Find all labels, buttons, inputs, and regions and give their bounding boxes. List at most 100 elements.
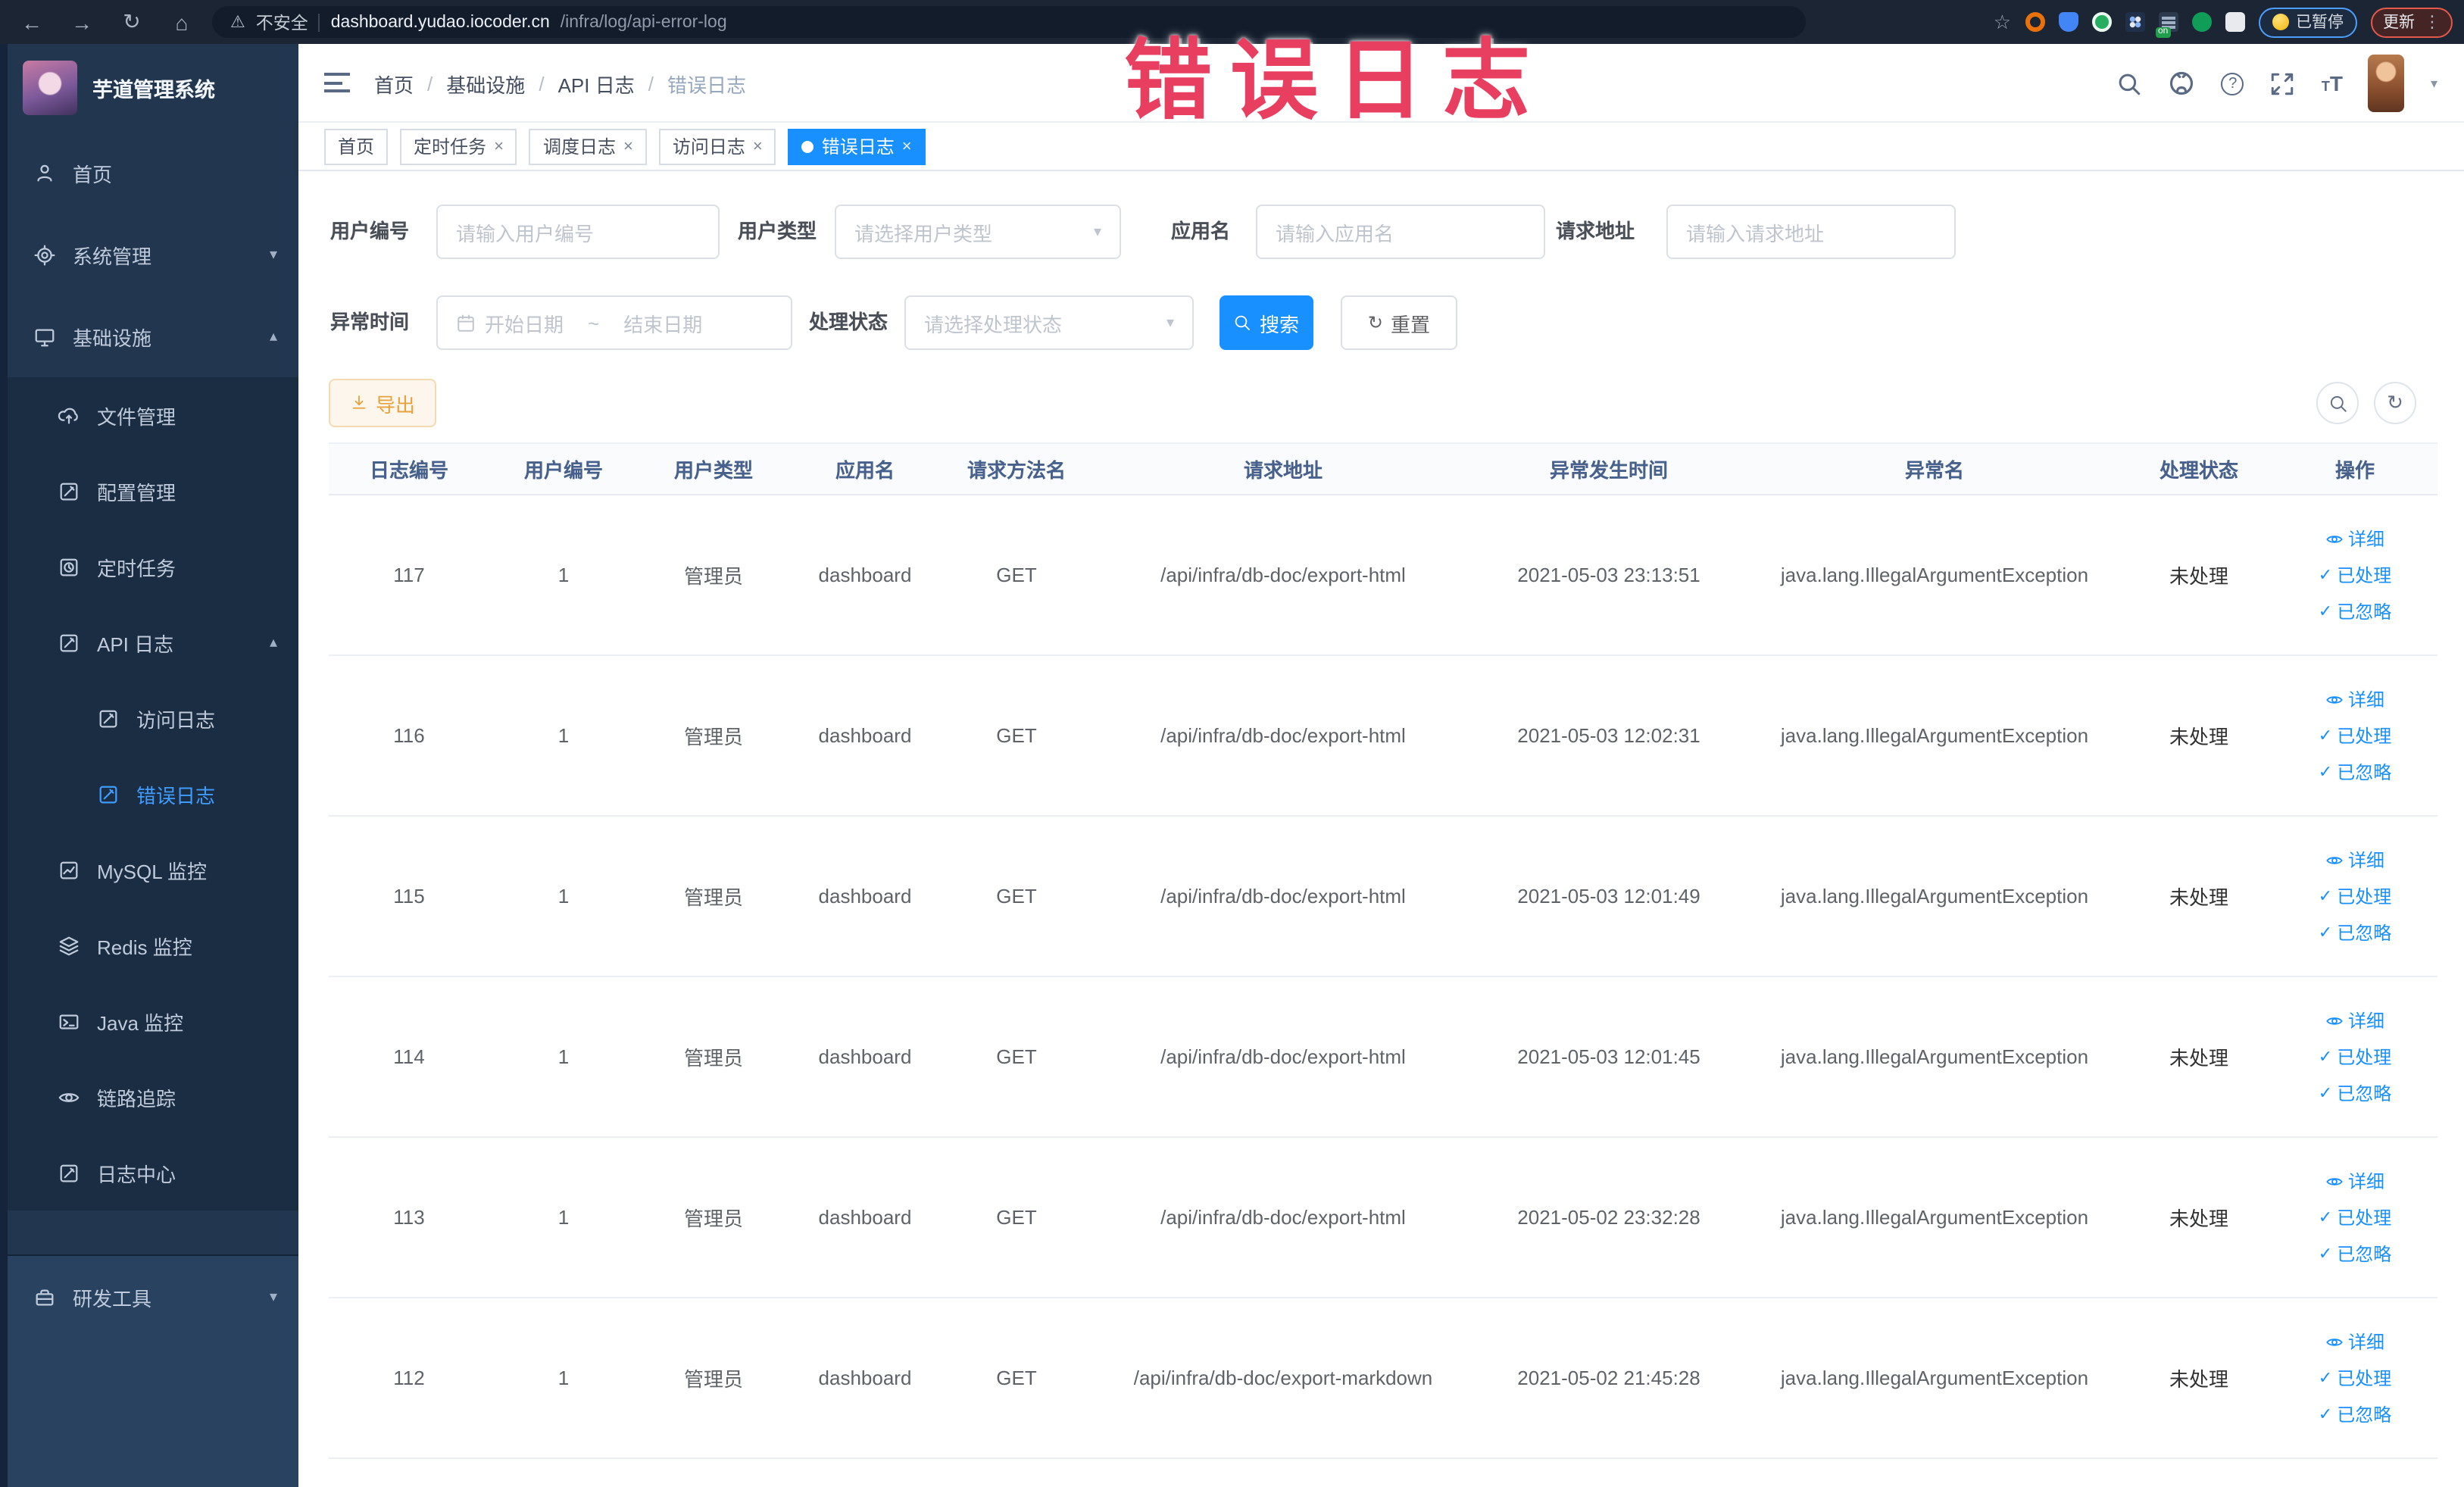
extension-grid-icon[interactable] [2125,12,2144,32]
app-logo [23,61,77,115]
gear-icon [34,244,55,265]
search-button[interactable]: 搜索 [1220,295,1313,350]
user-type-select[interactable]: 请选择用户类型 ▾ [835,205,1121,259]
extensions-puzzle-icon[interactable] [2225,12,2244,32]
app-logo-row[interactable]: 芋道管理系统 [0,44,298,132]
breadcrumb-infra[interactable]: 基础设施 [446,69,525,98]
security-label[interactable]: 不安全 [256,10,308,34]
sidebar-item-system[interactable]: 系统管理 ▾ [0,214,298,295]
browser-update-button[interactable]: 更新 ⋮ [2371,7,2453,37]
sidebar-item-access-log[interactable]: 访问日志 [0,680,298,756]
bookmark-star-icon[interactable]: ☆ [1994,10,2011,34]
sidebar-item-dev-tools[interactable]: 研发工具 ▾ [0,1256,298,1338]
request-url-input[interactable]: 请输入请求地址 [1666,205,1956,259]
status-badge: 未处理 [2169,726,2228,748]
app-title: 芋道管理系统 [92,79,215,102]
breadcrumb-api-log[interactable]: API 日志 [558,69,635,98]
process-status-select[interactable]: 请选择处理状态 ▾ [904,295,1194,350]
mark-ignored-link[interactable]: ✓ 已忽略 [2319,598,2391,624]
mark-ignored-link[interactable]: ✓ 已忽略 [2319,1241,2391,1267]
sidebar-item-redis-monitor[interactable]: Redis 监控 [0,908,298,983]
sidebar-item-infra[interactable]: 基础设施 ▴ [0,295,298,377]
mark-processed-link[interactable]: ✓ 已处理 [2319,1365,2391,1391]
detail-link[interactable]: 详细 [2325,686,2384,712]
chevron-down-icon: ▾ [1093,223,1101,240]
extension-green-icon[interactable] [2091,12,2111,32]
tab-access-log[interactable]: 访问日志 × [658,128,776,164]
table-row[interactable]: 116 1 管理员 dashboard GET /api/infra/db-do… [329,656,2437,817]
github-icon[interactable] [2169,70,2196,97]
refresh-table-button[interactable]: ↻ [2374,382,2416,424]
table-row[interactable]: 115 1 管理员 dashboard GET /api/infra/db-do… [329,817,2437,977]
search-icon[interactable] [2117,70,2143,96]
sidebar-item-error-log[interactable]: 错误日志 [0,756,298,832]
extension-on-badge: on [2155,27,2172,38]
mark-processed-link[interactable]: ✓ 已处理 [2319,562,2391,588]
help-icon[interactable]: ? [2221,72,2244,95]
sidebar-item-config-mgmt[interactable]: 配置管理 [0,453,298,529]
tab-schedule-log[interactable]: 调度日志 × [529,128,647,164]
hamburger-icon[interactable] [324,73,350,94]
tab-error-log[interactable]: 错误日志 × [788,128,926,164]
sidebar-item-log-center[interactable]: 日志中心 [0,1135,298,1211]
user-id-input[interactable]: 请输入用户编号 [436,205,720,259]
table-row[interactable]: 117 1 管理员 dashboard GET /api/infra/db-do… [329,495,2437,656]
detail-link[interactable]: 详细 [2325,847,2384,873]
detail-link[interactable]: 详细 [2325,1168,2384,1194]
chevron-down-icon[interactable]: ▾ [2431,75,2437,92]
table-row[interactable]: 112 1 管理员 dashboard GET /api/infra/db-do… [329,1298,2437,1459]
extension-donut-icon[interactable] [2025,12,2044,32]
detail-link[interactable]: 详细 [2325,526,2384,551]
close-icon[interactable]: × [753,137,763,155]
sidebar-item-tracing[interactable]: 链路追踪 [0,1059,298,1135]
mark-processed-link[interactable]: ✓ 已处理 [2319,1204,2391,1230]
export-button[interactable]: 导出 [329,379,436,427]
toggle-search-button[interactable] [2316,382,2359,424]
sidebar-item-file-mgmt[interactable]: 文件管理 [0,377,298,453]
forward-icon[interactable]: → [64,10,100,34]
refresh-icon: ↻ [2387,391,2403,414]
divider [318,13,320,31]
close-icon[interactable]: × [902,137,912,155]
font-size-icon[interactable]: TT [2322,71,2343,95]
breadcrumb-current: 错误日志 [667,73,746,96]
security-warning-icon[interactable]: ⚠ [230,12,245,32]
close-icon[interactable]: × [623,137,633,155]
tab-scheduled-jobs[interactable]: 定时任务 × [400,128,517,164]
home-icon[interactable]: ⌂ [164,10,200,34]
table-row[interactable]: 113 1 管理员 dashboard GET /api/infra/db-do… [329,1138,2437,1298]
paused-badge[interactable]: 已暂停 [2258,7,2357,37]
mark-ignored-link[interactable]: ✓ 已忽略 [2319,1401,2391,1427]
annotation-overlay-text: 错误日志 [1124,32,1549,130]
back-icon[interactable]: ← [14,10,50,34]
detail-link[interactable]: 详细 [2325,1007,2384,1033]
sidebar-item-java-monitor[interactable]: Java 监控 [0,983,298,1059]
fullscreen-icon[interactable] [2270,70,2296,96]
exception-time-range-picker[interactable]: 开始日期 ~ 结束日期 [436,295,792,350]
mark-ignored-link[interactable]: ✓ 已忽略 [2319,759,2391,785]
reload-icon[interactable]: ↻ [114,9,150,35]
extension-switch-icon[interactable]: on [2155,12,2178,38]
avatar[interactable] [2368,55,2405,112]
tab-home[interactable]: 首页 [324,128,389,164]
app-name-input[interactable]: 请输入应用名 [1256,205,1545,259]
browser-menu-icon[interactable]: ⋮ [2424,12,2441,32]
mark-processed-link[interactable]: ✓ 已处理 [2319,883,2391,909]
sidebar-item-home[interactable]: 首页 [0,132,298,214]
mark-processed-link[interactable]: ✓ 已处理 [2319,1044,2391,1070]
mark-ignored-link[interactable]: ✓ 已忽略 [2319,1080,2391,1106]
breadcrumb-home[interactable]: 首页 [374,69,414,98]
mark-processed-link[interactable]: ✓ 已处理 [2319,723,2391,748]
table-row[interactable]: 114 1 管理员 dashboard GET /api/infra/db-do… [329,977,2437,1138]
check-icon: ✓ [2318,1048,2333,1067]
reset-button[interactable]: ↻ 重置 [1341,295,1457,350]
mark-ignored-link[interactable]: ✓ 已忽略 [2319,920,2391,945]
detail-link[interactable]: 详细 [2325,1329,2384,1354]
address-bar[interactable]: ⚠ 不安全 dashboard.yudao.iocoder.cn/infra/l… [212,6,1806,38]
sidebar-item-scheduled-jobs[interactable]: 定时任务 [0,529,298,604]
sidebar-item-api-log[interactable]: API 日志 ▴ [0,604,298,680]
extension-leaf-icon[interactable] [2191,12,2211,32]
extension-shield-icon[interactable] [2058,12,2078,32]
sidebar-item-mysql-monitor[interactable]: MySQL 监控 [0,832,298,908]
close-icon[interactable]: × [494,137,504,155]
